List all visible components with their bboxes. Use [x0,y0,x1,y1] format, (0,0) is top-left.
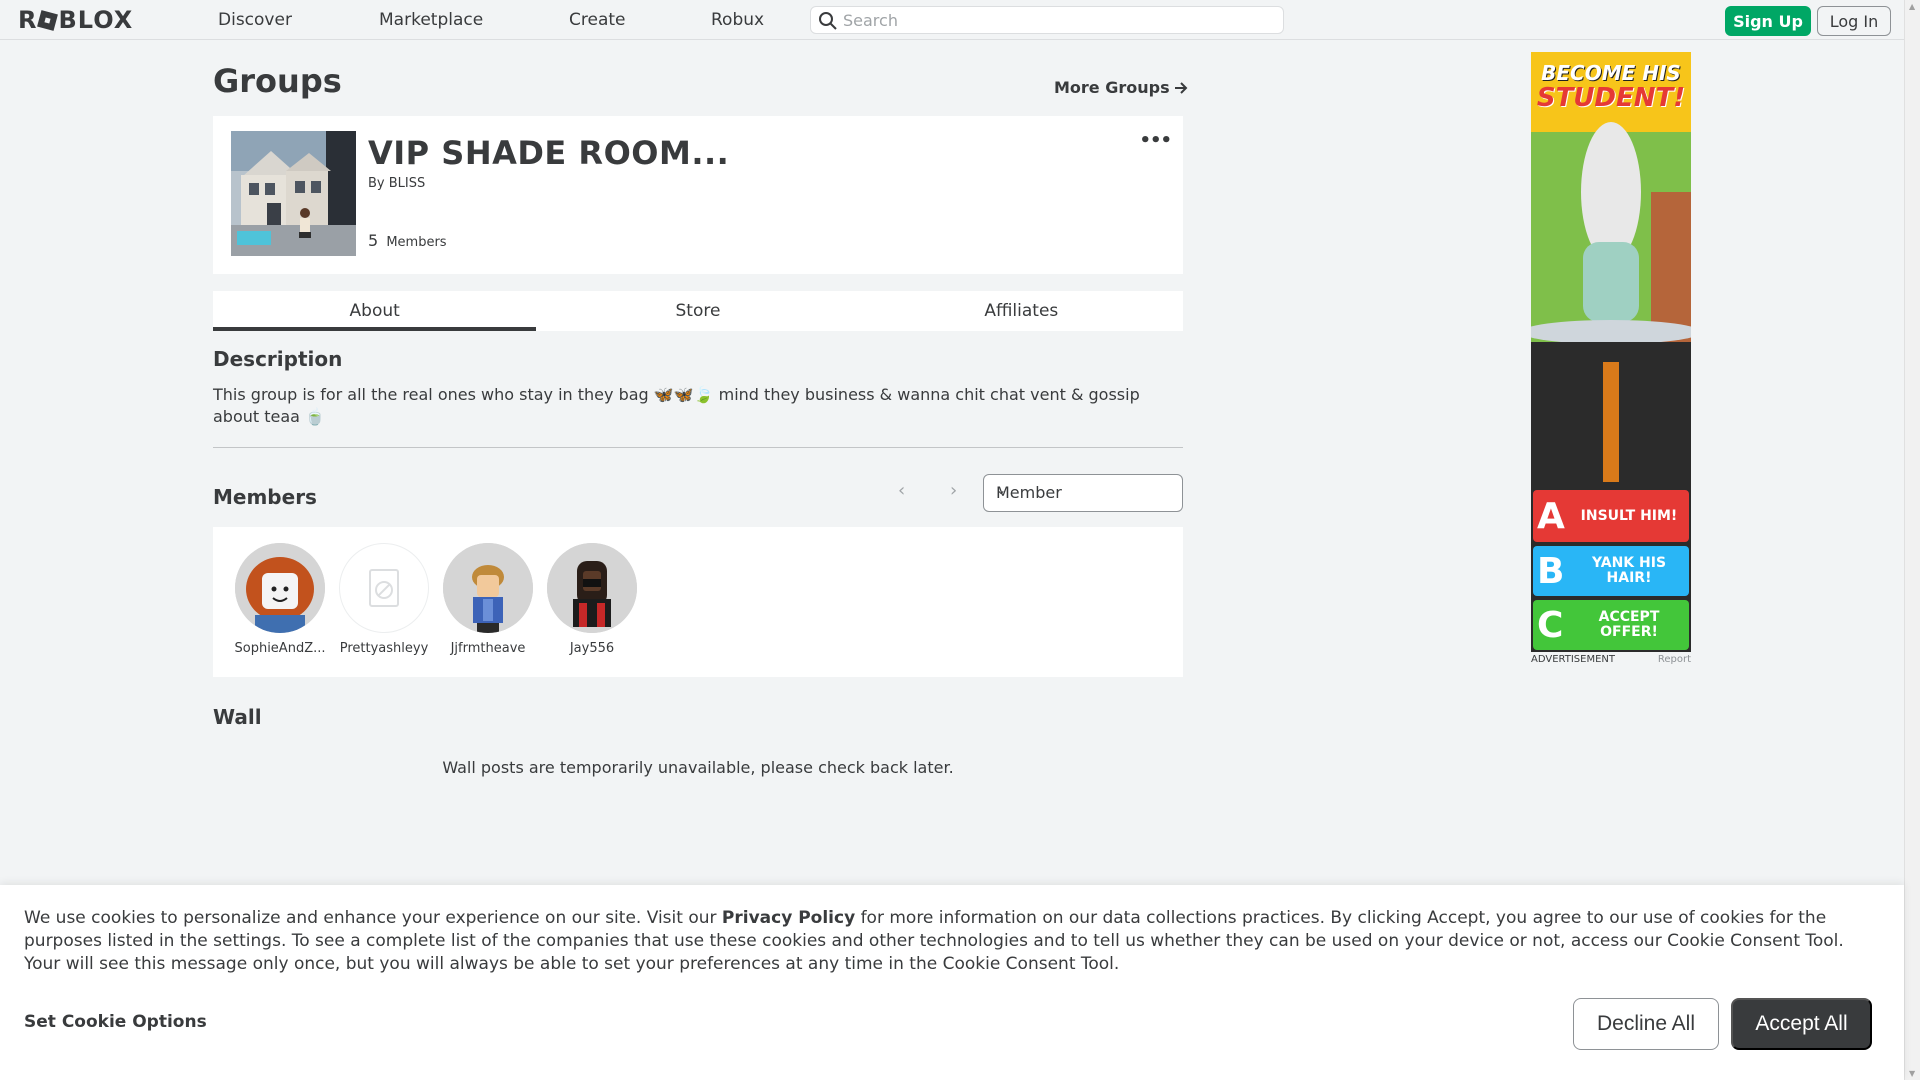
more-groups-label: More Groups [1054,78,1170,97]
more-options-icon[interactable]: ••• [1139,130,1172,151]
ad-headline-line-1: BECOME HIS [1541,61,1681,85]
scroll-up-icon[interactable]: ▲ [1909,2,1915,11]
previous-page-icon[interactable]: ‹ [898,480,905,501]
advertisement-label: ADVERTISEMENT [1531,654,1616,665]
tab-store[interactable]: Store [536,291,859,331]
group-emblem-house-picture [231,131,356,256]
logo-text-r: R [18,6,38,34]
report-ad-link[interactable]: Report [1658,654,1691,665]
member-username[interactable]: Jjfrmtheave [436,641,540,656]
member-card[interactable]: Prettyashleyy [332,543,436,656]
cookie-consent-banner: We use cookies to personalize and enhanc… [0,885,1904,1080]
member-username[interactable]: Jay556 [540,641,644,656]
ad-option-b-text: YANK HIS HAIR! [1591,555,1667,586]
group-owner-link[interactable]: BLISS [389,176,426,191]
ad-option-c: C ACCEPT OFFER! [1537,601,1687,649]
member-username[interactable]: SophieAndZ... [228,641,332,656]
member-avatar[interactable] [235,543,325,633]
tab-about[interactable]: About [213,291,537,331]
page-scrollbar[interactable]: ▲ ▼ [1904,0,1920,1080]
member-avatar[interactable] [547,543,637,633]
section-divider [213,447,1183,448]
cookie-text-before: We use cookies to personalize and enhanc… [24,908,722,928]
member-count-number: 5 [368,231,379,250]
ad-footer: ADVERTISEMENT Report [1531,654,1691,665]
ad-option-b: B YANK HIS HAIR! [1537,547,1687,595]
group-member-count: 5 Members [368,231,447,250]
ad-option-a: A INSULT HIM! [1537,492,1687,540]
scroll-down-icon[interactable]: ▼ [1909,1069,1915,1078]
group-emblem-image [231,131,356,256]
role-dropdown[interactable]: Member ⌄ [983,474,1183,512]
ad-option-a-text: INSULT HIM! [1580,507,1678,524]
ad-option-c-letter: C [1537,604,1564,646]
avatar-blonde-blue-shirt-picture [443,543,533,633]
chevron-down-icon: ⌄ [996,483,1007,497]
member-count-label: Members [386,235,447,250]
set-cookie-options-link[interactable]: Set Cookie Options [24,1012,207,1032]
member-card[interactable]: SophieAndZ... [228,543,332,656]
member-username[interactable]: Prettyashleyy [332,641,436,656]
nav-link-discover[interactable]: Discover [218,10,292,30]
sign-up-button[interactable]: Sign Up [1725,6,1811,36]
member-avatar[interactable] [443,543,533,633]
members-list: SophieAndZ... Prettyashleyy Jjfrmtheave [213,527,1183,677]
wall-unavailable-message: Wall posts are temporarily unavailable, … [442,758,954,777]
search-icon [819,12,837,30]
logo-tilted-o-icon [37,9,59,31]
tab-affiliates[interactable]: Affiliates [860,291,1183,331]
by-label: By [368,176,385,191]
nav-link-create[interactable]: Create [569,10,626,30]
description-title: Description [213,347,343,371]
logo-text-blox: BLOX [58,6,134,34]
advertisement-banner[interactable]: BECOME HIS STUDENT! A INSULT HIM! B YANK… [1531,52,1691,652]
members-title: Members [213,485,317,509]
ad-headline-line-2: STUDENT! [1536,83,1686,113]
avatar-braids-red-shirt-picture [547,543,637,633]
search-box[interactable] [810,6,1284,34]
more-groups-link[interactable]: More Groups [1054,78,1188,97]
next-page-icon[interactable]: › [950,480,957,501]
member-card[interactable]: Jay556 [540,543,644,656]
page-title: Groups [213,62,342,100]
unavailable-image-icon [369,569,399,607]
group-header-card: VIP SHADE ROOM... By BLISS 5 Members ••• [213,116,1183,274]
wall-title: Wall [213,705,262,729]
accept-all-button[interactable]: Accept All [1731,998,1872,1050]
roblox-logo[interactable]: R BLOX [18,6,133,34]
ad-option-b-letter: B [1537,550,1565,592]
avatar-red-hair-picture [235,543,325,633]
ad-option-c-text: ACCEPT OFFER! [1598,609,1660,640]
group-description: This group is for all the real ones who … [213,385,1140,426]
nav-link-marketplace[interactable]: Marketplace [379,10,483,30]
ad-headline: BECOME HIS STUDENT! [1531,62,1691,112]
member-avatar[interactable] [339,543,429,633]
group-owner-line: By BLISS [368,176,425,191]
arrow-right-icon [1174,81,1188,94]
search-input[interactable] [843,9,1273,31]
ad-option-a-letter: A [1537,495,1565,537]
nav-link-robux[interactable]: Robux [711,10,764,30]
group-name: VIP SHADE ROOM... [368,134,730,172]
decline-all-button[interactable]: Decline All [1573,998,1719,1050]
top-navigation: R BLOX Discover Marketplace Create Robux … [0,0,1904,40]
cookie-message: We use cookies to personalize and enhanc… [24,907,1884,976]
privacy-policy-link[interactable]: Privacy Policy [722,908,855,928]
log-in-button[interactable]: Log In [1817,6,1891,36]
member-card[interactable]: Jjfrmtheave [436,543,540,656]
group-tabs: About Store Affiliates [213,291,1183,331]
